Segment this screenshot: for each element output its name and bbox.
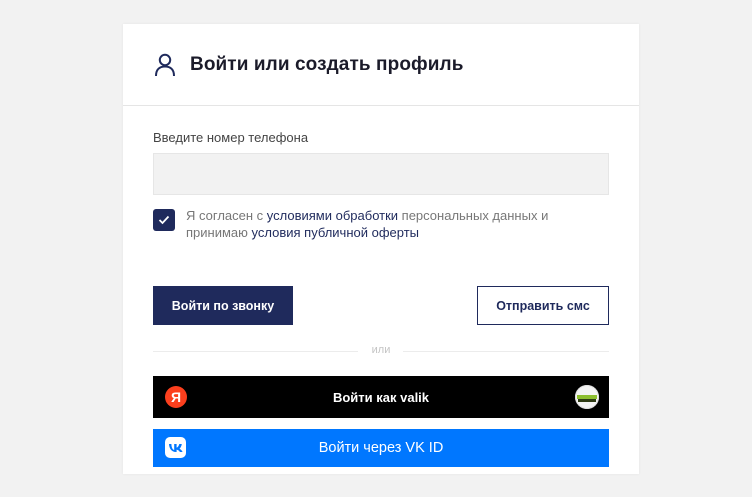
login-by-call-button[interactable]: Войти по звонку <box>153 286 293 325</box>
or-label: или <box>371 344 391 356</box>
processing-terms-link[interactable]: условиями обработки <box>267 208 398 223</box>
consent-text: Я согласен с условиями обработки персона… <box>186 207 609 241</box>
phone-input[interactable] <box>153 153 609 195</box>
yandex-logo-icon: Я <box>165 386 187 408</box>
vk-id-login-button[interactable]: Войти через VK ID <box>153 429 609 467</box>
yandex-login-button[interactable]: Я Войти как valik <box>153 376 609 418</box>
vk-logo-icon <box>165 437 186 458</box>
login-card: Войти или создать профиль Введите номер … <box>123 24 639 474</box>
or-divider: или <box>153 344 609 358</box>
vk-login-label: Войти через VK ID <box>318 440 444 456</box>
consent-row: Я согласен с условиями обработки персона… <box>153 207 609 241</box>
phone-label: Введите номер телефона <box>153 130 309 145</box>
send-sms-button[interactable]: Отправить смс <box>477 286 609 325</box>
user-icon <box>154 52 178 78</box>
avatar <box>575 385 599 409</box>
divider-line-right <box>403 351 609 352</box>
card-header: Войти или создать профиль <box>123 24 639 106</box>
consent-text-1: Я согласен с <box>186 208 267 223</box>
page-title: Войти или создать профиль <box>190 53 464 75</box>
yandex-login-label: Войти как valik <box>332 389 430 405</box>
consent-checkbox[interactable] <box>153 209 175 231</box>
public-offer-link[interactable]: условия публичной оферты <box>252 225 419 240</box>
checkmark-icon <box>158 215 170 225</box>
